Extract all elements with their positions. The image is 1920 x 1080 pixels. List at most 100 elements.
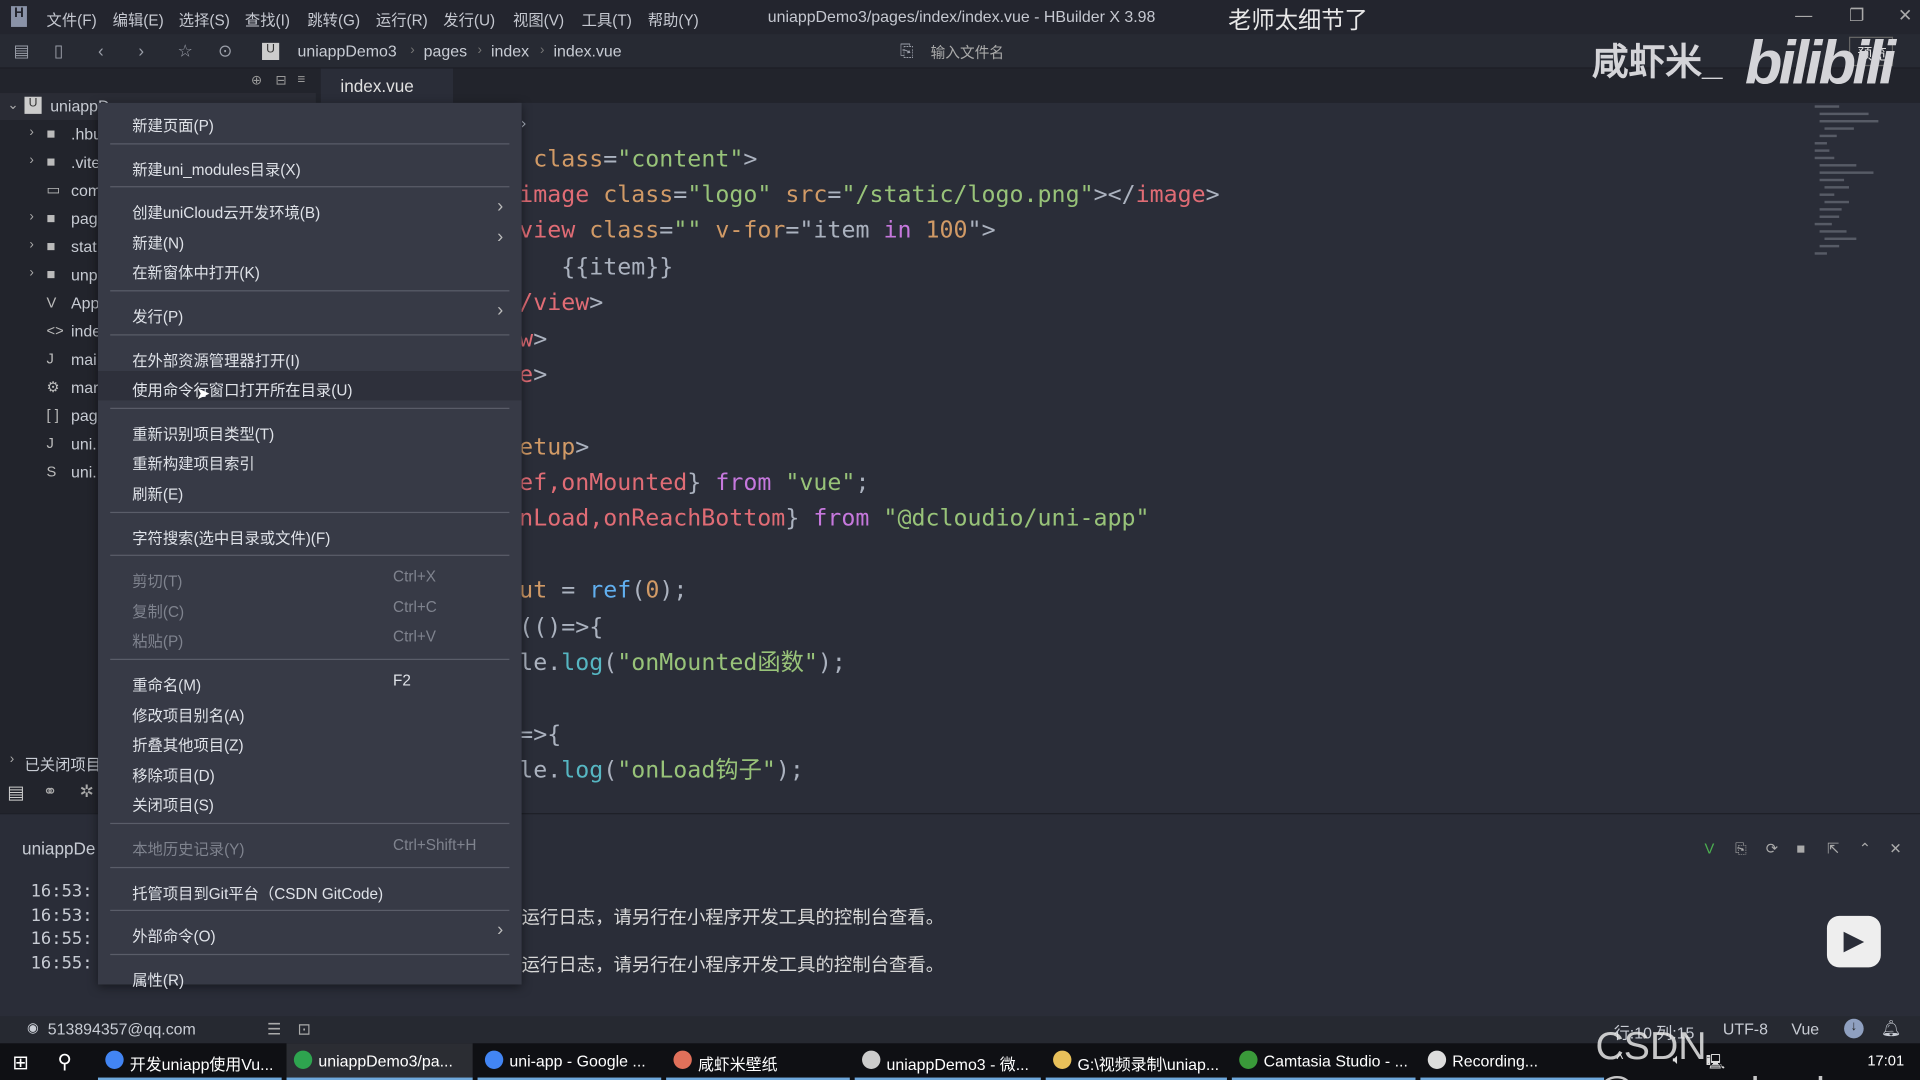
menu-separator [110, 186, 510, 188]
forward-icon[interactable]: › [138, 40, 144, 60]
tree-item-label: mai [71, 350, 97, 369]
context-menu-item[interactable]: 刷新(E) [98, 475, 522, 504]
menu-separator [110, 953, 510, 955]
code-line: view class="" v-for="item in 100"> [519, 216, 996, 244]
minimap-line [1819, 134, 1837, 138]
close-panel-icon[interactable]: ✕ [1889, 840, 1901, 857]
minimize-button[interactable]: — [1795, 5, 1812, 25]
open-folder-icon[interactable]: ⎘ [1735, 840, 1747, 858]
taskbar-app[interactable]: 开发uniapp使用Vu... [97, 1043, 282, 1080]
tree-item-label: App [71, 293, 100, 313]
breadcrumb-project[interactable]: uniappDemo3 [298, 42, 397, 60]
context-menu-item[interactable]: 在外部资源管理器打开(I) [98, 341, 522, 370]
taskbar-app[interactable]: Camtasia Studio - ... [1231, 1043, 1416, 1080]
menu-item-label: 剪切(T) [132, 573, 183, 591]
breadcrumb-index[interactable]: index [491, 42, 529, 60]
menu-7[interactable]: 视图(V) [513, 7, 564, 30]
context-menu-item[interactable]: 新建页面(P) [98, 107, 522, 136]
file-search-input[interactable]: 输入文件名 [931, 42, 1004, 63]
tab-index-vue[interactable]: index.vue [320, 68, 454, 103]
code-editor[interactable]: › class="content"> image class="logo" sr… [519, 103, 1805, 813]
maximize-button[interactable]: ❐ [1849, 5, 1864, 26]
file-search-icon: ⎘ [900, 40, 914, 61]
hbuilderx-window: H 文件(F) 编辑(E) 选择(S) 查找(I) 跳转(G) 运行(R) 发行(U) 视图(… [0, 0, 1920, 1080]
context-menu-item[interactable]: 本地历史记录(Y) Ctrl+Shift+H [98, 830, 522, 859]
star-icon[interactable]: ☆ [178, 40, 193, 61]
submenu-arrow-icon: › [497, 196, 504, 217]
menu-3[interactable]: 查找(I) [245, 7, 290, 30]
close-button[interactable]: ✕ [1898, 5, 1912, 26]
tree-item-label: mar [71, 378, 99, 397]
context-menu-item[interactable]: 发行(P) › [98, 298, 522, 327]
windows-start-icon[interactable]: ⊞ [12, 1051, 28, 1075]
collapse-icon[interactable]: ⊟ [276, 72, 287, 88]
menu-0[interactable]: 文件(F) [47, 7, 97, 30]
back-icon[interactable]: ‹ [98, 40, 104, 60]
tree-item-label: inde [71, 322, 102, 341]
context-menu-item[interactable]: 移除项目(D) [98, 756, 522, 785]
watermark-author: 咸虾米_ [1591, 42, 1723, 84]
menu-8[interactable]: 工具(T) [582, 7, 632, 30]
export-icon[interactable]: ⇱ [1827, 840, 1839, 857]
debug-icon[interactable]: ✲ [80, 781, 94, 802]
outline-icon[interactable]: ☰ [267, 1020, 281, 1040]
menu-9[interactable]: 帮助(Y) [648, 7, 699, 30]
context-menu-item[interactable]: 粘贴(P) Ctrl+V [98, 623, 522, 652]
save-icon[interactable]: ▯ [54, 40, 63, 61]
binoculars-icon[interactable]: ⚭ [43, 781, 57, 802]
context-menu-item[interactable]: 剪切(T) Ctrl+X [98, 562, 522, 591]
taskbar-app[interactable]: G:\视频录制\uniap... [1045, 1043, 1227, 1080]
new-file-icon[interactable]: ▤ [13, 40, 29, 61]
breadcrumb-pages[interactable]: pages [424, 42, 467, 60]
taskbar-app[interactable]: uni-app - Google ... [477, 1043, 662, 1080]
menu-6[interactable]: 发行(U) [443, 7, 495, 30]
minimap-line [1814, 142, 1827, 145]
context-menu-item[interactable]: 复制(C) Ctrl+C [98, 592, 522, 621]
context-menu-item[interactable]: 新建uni_modules目录(X) [98, 150, 522, 179]
minimap[interactable] [1810, 105, 1888, 264]
context-menu-item[interactable]: 属性(R) [98, 961, 522, 990]
minimap-line [1824, 200, 1849, 204]
taskbar-app[interactable]: uniappDemo3/pa... [286, 1043, 473, 1080]
context-menu-item[interactable]: 在新窗体中打开(K) [98, 254, 522, 283]
run-icon[interactable]: ⊙ [218, 40, 232, 61]
context-menu-item[interactable]: 使用命令行窗口打开所在目录(U) [97, 371, 522, 401]
context-menu-item[interactable]: 折叠其他项目(Z) [98, 726, 522, 755]
code-line: nLoad,onReachBottom} from "@dcloudio/uni… [519, 504, 1150, 532]
menu-item-label: 外部命令(O) [132, 928, 216, 946]
stop-icon[interactable]: ■ [1796, 840, 1805, 857]
menu-icon[interactable]: ≡ [298, 72, 306, 87]
explorer-tab-icon[interactable]: ▤ [7, 781, 24, 803]
js-file-icon: J [46, 350, 54, 368]
context-menu-item[interactable]: 创建uniCloud云开发环境(B) › [98, 194, 522, 223]
context-menu-item[interactable]: 托管项目到Git平台（CSDN GitCode) [98, 874, 522, 903]
chevron-up-icon[interactable]: ⌃ [1859, 840, 1871, 857]
breadcrumb-file[interactable]: index.vue [553, 42, 621, 60]
code-line: etup> [519, 433, 590, 461]
locate-icon[interactable]: ⊕ [251, 72, 262, 88]
menu-4[interactable]: 跳转(G) [307, 7, 360, 30]
menu-2[interactable]: 选择(S) [179, 7, 230, 30]
breadcrumb-separator: › [540, 42, 545, 58]
context-menu-item[interactable]: 外部命令(O) › [98, 917, 522, 946]
context-menu-item[interactable]: 字符搜索(选中目录或文件)(F) [98, 519, 522, 548]
taskbar-app[interactable]: uniappDemo3 - 微... [854, 1043, 1041, 1080]
user-account[interactable]: 513894357@qq.com [48, 1020, 196, 1038]
context-menu-item[interactable]: 关闭项目(S) [98, 787, 522, 816]
search-icon[interactable]: ⚲ [58, 1049, 72, 1073]
context-menu-item[interactable]: 修改项目别名(A) [98, 696, 522, 725]
restart-icon[interactable]: ⟳ [1766, 840, 1778, 857]
context-menu-item[interactable]: 重新识别项目类型(T) [98, 415, 522, 444]
menu-5[interactable]: 运行(R) [376, 7, 428, 30]
context-menu-item[interactable]: 重新构建项目索引 [98, 445, 522, 474]
vue-icon[interactable]: V [1704, 840, 1714, 857]
context-menu-item[interactable]: 新建(N) › [98, 224, 522, 253]
taskbar-app[interactable]: 咸虾米壁纸 [666, 1043, 850, 1080]
menu-item-label: 在新窗体中打开(K) [132, 264, 260, 283]
context-menu-item[interactable]: 重命名(M) F2 [98, 666, 522, 695]
menu-1[interactable]: 编辑(E) [113, 7, 164, 30]
tree-item-label: com [71, 181, 102, 200]
terminal-icon[interactable]: ⊡ [298, 1020, 311, 1040]
taskbar-app[interactable]: Recording... [1420, 1043, 1605, 1080]
menu-item-label: 粘贴(P) [132, 633, 184, 651]
